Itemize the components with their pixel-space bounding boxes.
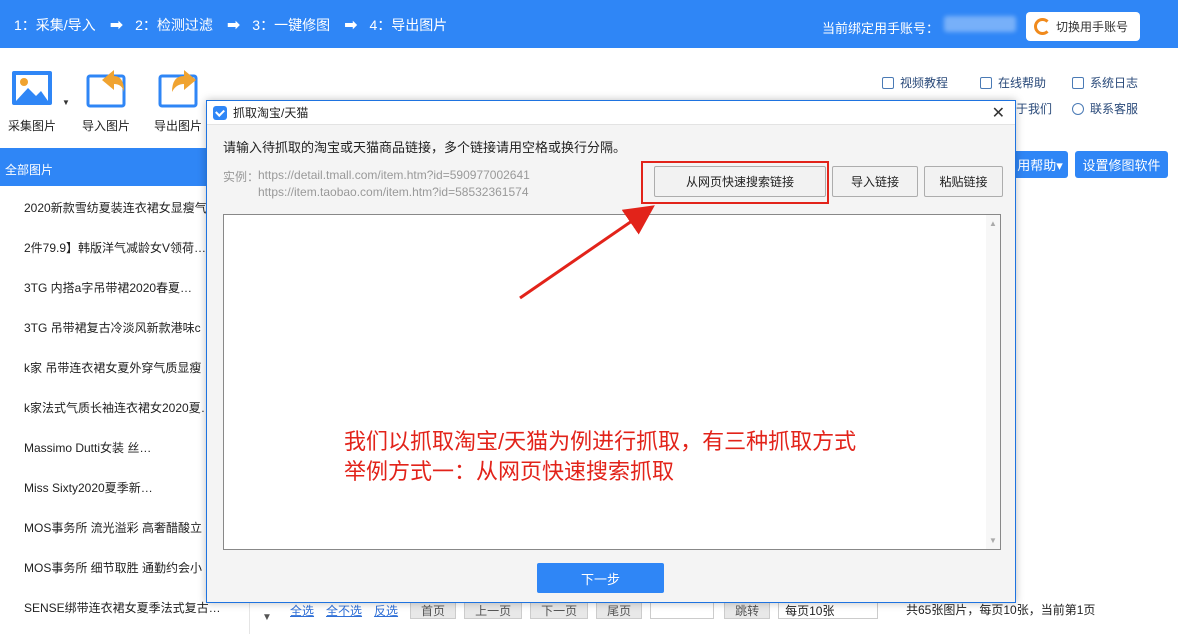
arrow-right-icon: ➡ xyxy=(226,17,241,34)
close-icon[interactable]: ✕ xyxy=(992,103,1005,123)
per-page-select[interactable]: 每页10张 xyxy=(778,601,879,619)
step-bar: 1：采集/导入 ➡ 2：检测过滤 ➡ 3：一键修图 ➡ 4：导出图片 当前绑定用… xyxy=(0,0,1178,48)
example-label: 实例： xyxy=(223,170,260,184)
scroll-down-icon[interactable]: ▼ xyxy=(989,536,997,545)
annotation-text: 我们以抓取淘宝/天猫为例进行抓取，有三种抓取方式 举例方式一：从网页快速搜索抓取 xyxy=(344,429,857,484)
collect-images-label: 采集图片 xyxy=(7,119,56,133)
url-textarea[interactable]: ▲ ▼ 我们以抓取淘宝/天猫为例进行抓取，有三种抓取方式 举例方式一：从网页快速… xyxy=(223,214,1001,550)
instruction-text: 请输入待抓取的淘宝或天猫商品链接，多个链接请用空格或换行分隔。 xyxy=(223,140,627,155)
app-logo-icon xyxy=(213,105,227,120)
dialog-titlebar: 抓取淘宝/天猫 ✕ xyxy=(207,101,1015,125)
chevron-down-icon[interactable]: ▼ xyxy=(262,612,272,623)
export-images-button[interactable]: 导出图片 xyxy=(146,68,210,134)
workflow-steps: 1：采集/导入 ➡ 2：检测过滤 ➡ 3：一键修图 ➡ 4：导出图片 xyxy=(14,15,447,35)
highlight-box xyxy=(641,161,829,204)
about-us-link[interactable]: 于我们 xyxy=(1016,100,1052,117)
dropdown-caret-icon[interactable]: ▼ xyxy=(62,98,70,107)
capture-dialog: 抓取淘宝/天猫 ✕ 请输入待抓取的淘宝或天猫商品链接，多个链接请用空格或换行分隔… xyxy=(206,100,1016,603)
contact-service-link[interactable]: 联系客服 xyxy=(1072,100,1138,117)
import-icon xyxy=(86,70,126,108)
select-none-link[interactable]: 全不选 xyxy=(326,602,362,619)
switch-account-button[interactable]: 切换用手账号 xyxy=(1026,12,1140,41)
headset-icon xyxy=(1072,102,1084,115)
arrow-right-icon: ➡ xyxy=(109,17,124,34)
example-url: https://detail.tmall.com/item.htm?id=590… xyxy=(258,168,530,182)
first-page-button[interactable]: 首页 xyxy=(410,601,457,619)
jump-button[interactable]: 跳转 xyxy=(724,601,771,619)
log-icon xyxy=(1072,76,1084,89)
video-tutorial-link[interactable]: 视频教程 xyxy=(882,74,948,91)
bound-account-value-redacted xyxy=(944,16,1016,32)
pager-info: 共65张图片，每页10张，当前第1页 xyxy=(906,603,1096,617)
vertical-scrollbar[interactable]: ▲ ▼ xyxy=(986,215,1000,549)
export-icon xyxy=(158,70,198,108)
switch-account-label: 切换用手账号 xyxy=(1056,20,1129,34)
collect-images-button[interactable]: 采集图片 xyxy=(0,68,64,134)
last-page-button[interactable]: 尾页 xyxy=(596,601,643,619)
step-retouch[interactable]: 3：一键修图 xyxy=(252,15,330,35)
scroll-up-icon[interactable]: ▲ xyxy=(989,219,997,228)
settings-retouch-software-button[interactable]: 设置修图软件 xyxy=(1075,151,1168,178)
bound-account-label: 当前绑定用手账号： xyxy=(822,21,940,36)
dialog-title: 抓取淘宝/天猫 xyxy=(233,106,309,120)
step-filter[interactable]: 2：检测过滤 xyxy=(135,15,213,35)
video-icon xyxy=(882,76,894,89)
prev-page-button[interactable]: 上一页 xyxy=(464,601,523,619)
import-images-button[interactable]: 导入图片 xyxy=(74,68,138,134)
pager: 全选 全不选 反选 首页 上一页 下一页 尾页 跳转 每页10张 xyxy=(290,600,892,620)
select-all-link[interactable]: 全选 xyxy=(290,602,314,619)
image-icon xyxy=(12,71,52,105)
export-images-label: 导出图片 xyxy=(153,119,202,133)
step-collect[interactable]: 1：采集/导入 xyxy=(14,15,96,35)
help-menu-button[interactable]: 用帮助▾ xyxy=(1012,151,1068,178)
invert-selection-link[interactable]: 反选 xyxy=(374,602,398,619)
page-number-input[interactable] xyxy=(650,601,715,619)
import-images-label: 导入图片 xyxy=(81,119,130,133)
next-page-button[interactable]: 下一页 xyxy=(530,601,589,619)
online-help-link[interactable]: 在线帮助 xyxy=(980,74,1046,91)
system-log-link[interactable]: 系统日志 xyxy=(1072,74,1138,91)
arrow-right-icon: ➡ xyxy=(344,17,358,34)
import-link-button[interactable]: 导入链接 xyxy=(832,166,918,197)
next-step-button[interactable]: 下一步 xyxy=(537,563,664,593)
refresh-icon xyxy=(1034,18,1051,35)
paste-link-button[interactable]: 粘贴链接 xyxy=(924,166,1003,197)
step-export[interactable]: 4：导出图片 xyxy=(370,15,448,35)
monitor-icon xyxy=(980,76,992,89)
example-url: https://item.taobao.com/item.htm?id=5853… xyxy=(258,185,529,199)
